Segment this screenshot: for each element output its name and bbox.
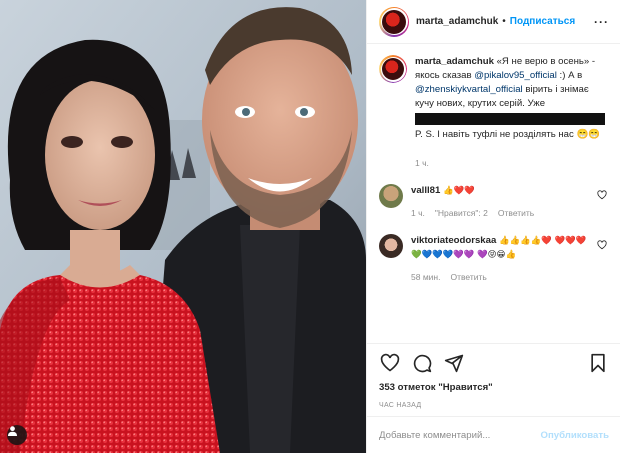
selfie-photo-illustration xyxy=(0,0,366,453)
caption-avatar[interactable] xyxy=(379,55,407,83)
post-time[interactable]: час назад xyxy=(379,402,609,409)
heart-icon xyxy=(380,353,400,372)
comment-heart-icon[interactable] xyxy=(597,240,607,250)
user-tag-icon xyxy=(7,426,18,436)
comment-icon xyxy=(413,354,432,373)
more-options-icon[interactable]: ··· xyxy=(594,15,609,29)
post-actions: 353 отметок "Нравится" час назад xyxy=(367,343,620,409)
post-side-panel: marta_adamchuk • Подписаться ··· marta_a… xyxy=(366,0,620,453)
comment-button[interactable] xyxy=(411,352,433,374)
caption: marta_adamchuk «Я не верю в осень» - яко… xyxy=(379,55,609,170)
mention-link-kvartal[interactable]: @zhenskiykvartal_official xyxy=(415,84,523,95)
comment-item: valll81 👍❤️❤️ 1 ч. "Нравится": 2 Ответит… xyxy=(379,184,609,220)
header-separator: • xyxy=(502,16,506,27)
comment-heart-icon[interactable] xyxy=(597,190,607,200)
mention-link-pikalov[interactable]: @pikalov95_official xyxy=(474,70,557,81)
author-avatar[interactable] xyxy=(379,6,409,37)
save-button[interactable] xyxy=(587,352,609,374)
comment-time[interactable]: 1 ч. xyxy=(411,206,425,220)
comment-text: 👍❤️❤️ xyxy=(443,186,475,196)
post-photo[interactable] xyxy=(0,0,366,453)
comment-username[interactable]: valll81 xyxy=(411,185,440,196)
comment-username[interactable]: viktoriateodorskaa xyxy=(411,235,496,246)
publish-button[interactable]: Опубликовать xyxy=(540,430,609,441)
caption-time[interactable]: 1 ч. xyxy=(415,156,429,170)
comment-item: viktoriateodorskaa 👍👍👍👍❤️ ❤️❤️❤️💚💙💙💙💜💜 💜… xyxy=(379,234,609,284)
caption-username[interactable]: marta_adamchuk xyxy=(415,56,494,67)
author-username[interactable]: marta_adamchuk xyxy=(416,16,498,27)
commenter-avatar[interactable] xyxy=(379,184,403,208)
add-comment-bar: Опубликовать xyxy=(367,416,620,453)
follow-button[interactable]: Подписаться xyxy=(510,16,575,27)
likes-count[interactable]: 353 отметок "Нравится" xyxy=(379,382,609,393)
reply-button[interactable]: Ответить xyxy=(498,206,534,220)
reply-button[interactable]: Ответить xyxy=(450,270,486,284)
like-button[interactable] xyxy=(379,352,401,374)
share-icon xyxy=(444,354,464,373)
commenter-avatar[interactable] xyxy=(379,234,403,258)
comment-input[interactable] xyxy=(379,429,541,441)
redaction-bar xyxy=(415,113,605,125)
caption-text-d: P. S. І навіть туфлі не розділять нас 😁😁 xyxy=(415,129,601,140)
comment-likes-count[interactable]: "Нравится": 2 xyxy=(435,206,488,220)
share-button[interactable] xyxy=(443,352,465,374)
action-icons xyxy=(379,350,609,376)
comments-list[interactable]: marta_adamchuk «Я не верю в осень» - яко… xyxy=(367,45,620,343)
instagram-post: marta_adamchuk • Подписаться ··· marta_a… xyxy=(0,0,620,453)
caption-text-b: :) А в xyxy=(556,70,583,81)
post-header: marta_adamchuk • Подписаться ··· xyxy=(367,0,620,44)
bookmark-icon xyxy=(591,353,605,373)
comment-time[interactable]: 58 мин. xyxy=(411,270,440,284)
user-tag-button[interactable] xyxy=(7,425,27,445)
